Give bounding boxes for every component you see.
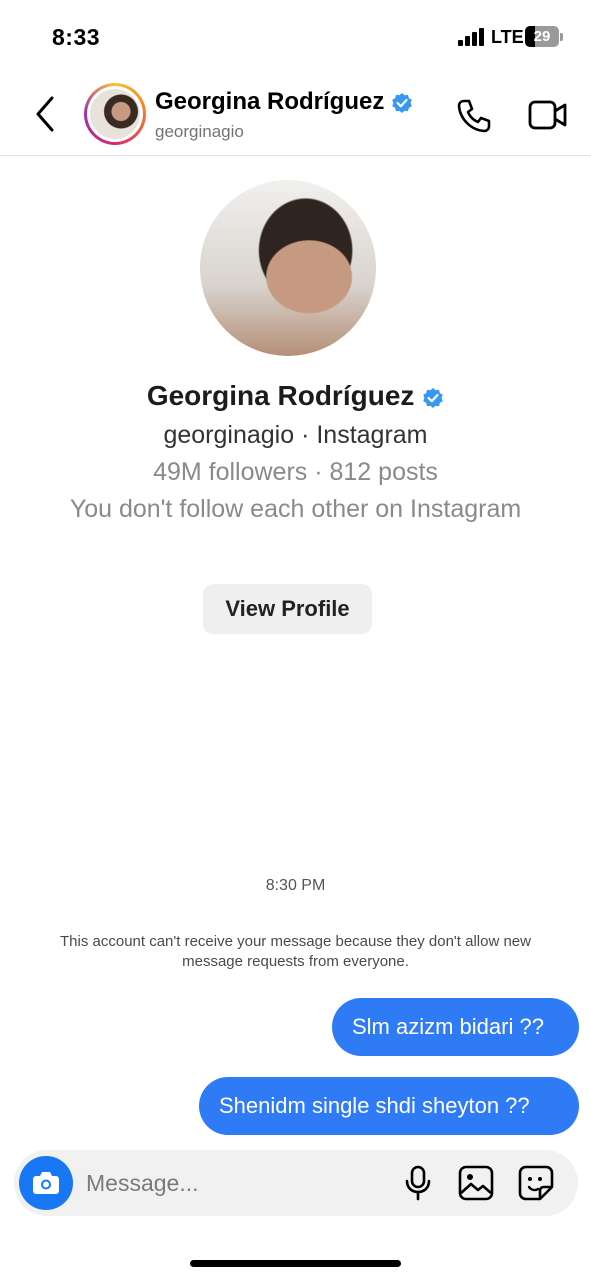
follow-status: You don't follow each other on Instagram — [69, 495, 522, 523]
profile-name-row: Georgina Rodríguez — [0, 380, 591, 412]
profile-stats: 49M followers · 812 posts — [153, 458, 438, 486]
phone-icon — [457, 99, 491, 133]
header-name-row[interactable]: Georgina Rodríguez — [155, 88, 413, 116]
video-camera-icon — [528, 100, 567, 130]
message-bubble[interactable]: Shenidm single shdi sheyton ?? — [199, 1077, 579, 1135]
battery-cap — [560, 33, 563, 41]
microphone-icon — [405, 1165, 431, 1201]
network-label: LTE — [491, 27, 524, 47]
message-bubble[interactable]: Slm azizm bidari ?? — [332, 998, 579, 1056]
signal-icon — [458, 28, 486, 46]
gallery-button[interactable] — [458, 1165, 494, 1201]
verified-badge-icon — [392, 92, 412, 113]
sticker-icon — [518, 1165, 554, 1201]
system-notice: This account can't receive your message … — [60, 933, 531, 970]
battery-percentage: 29 — [533, 28, 551, 45]
camera-icon — [33, 1172, 59, 1194]
status-time: 8:33 — [52, 24, 101, 50]
profile-photo[interactable] — [200, 180, 376, 356]
battery-icon: 29 — [525, 26, 559, 47]
home-indicator[interactable] — [190, 1260, 401, 1267]
gallery-icon — [458, 1165, 494, 1201]
view-profile-button[interactable]: View Profile — [203, 584, 372, 634]
message-composer — [14, 1150, 578, 1216]
sticker-button[interactable] — [518, 1165, 554, 1201]
profile-handle: georginagio · Instagram — [163, 421, 428, 449]
chat-header: Georgina Rodríguez georginagio — [0, 76, 591, 156]
profile-name: Georgina Rodríguez — [146, 380, 415, 411]
call-button[interactable] — [456, 98, 492, 134]
message-timestamp: 8:30 PM — [265, 877, 326, 894]
microphone-button[interactable] — [404, 1165, 432, 1201]
header-name: Georgina Rodríguez — [155, 88, 385, 115]
header-username: georginagio — [155, 122, 244, 141]
message-input[interactable] — [86, 1150, 386, 1216]
status-bar: 8:33 LTE 29 — [0, 0, 591, 76]
video-call-button[interactable] — [528, 98, 568, 132]
camera-button[interactable] — [19, 1156, 73, 1210]
back-arrow-icon — [36, 96, 54, 132]
header-avatar[interactable] — [84, 83, 146, 145]
verified-badge-icon — [423, 387, 443, 408]
avatar-photo — [90, 89, 140, 139]
back-button[interactable] — [30, 94, 60, 134]
